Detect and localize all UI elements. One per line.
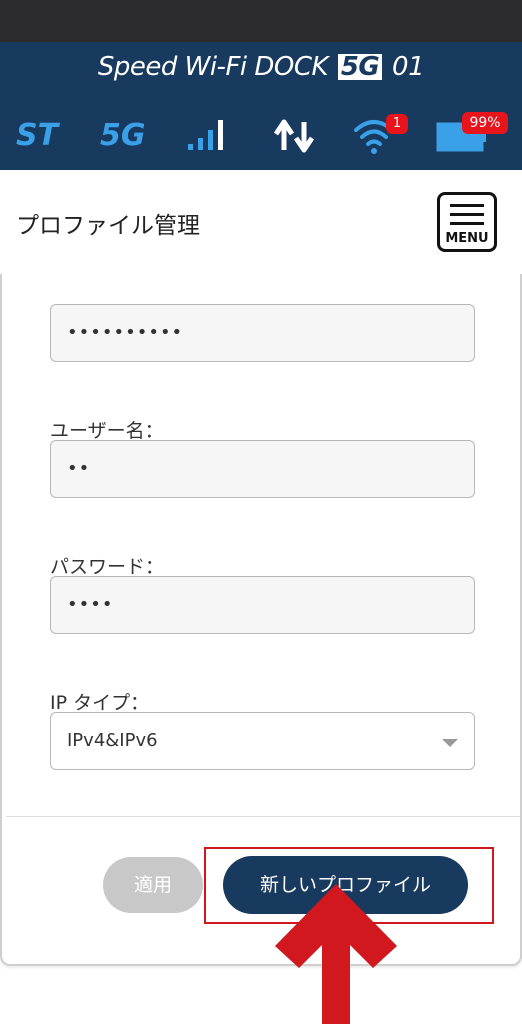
menu-icon-bar-middle — [450, 213, 484, 216]
signal-strength-icon — [186, 114, 232, 158]
battery-percent-badge: 99% — [462, 112, 508, 134]
ip-type-selected-value: IPv4&IPv6 — [67, 730, 158, 751]
page-title-bar: プロファイル管理 MENU — [0, 170, 522, 274]
profile-form-card: •••••••••• ユーザー名： •• パスワード： •••• IP タイプ：… — [0, 206, 522, 966]
form-divider — [6, 816, 520, 817]
page-title: プロファイル管理 — [16, 213, 200, 239]
app-header: Speed Wi-Fi DOCK 5G 01 ST 5G 1 99% — [0, 42, 522, 188]
username-label: ユーザー名： — [50, 420, 164, 442]
profile-page: かしこ暮らし •••••••••• ユーザー名： •• パスワード： •••• … — [0, 170, 522, 1024]
wifi-client-count-badge: 1 — [386, 114, 408, 134]
brand-5g-badge: 5G — [337, 54, 383, 80]
ip-type-select[interactable]: IPv4&IPv6 — [50, 712, 475, 770]
data-transfer-icon — [272, 114, 318, 158]
password-label: パスワード： — [50, 556, 165, 578]
st-mode-icon: ST — [16, 118, 59, 153]
status-icons-row: ST 5G 1 99% — [0, 112, 522, 158]
chevron-down-icon — [442, 739, 458, 747]
battery-icon: 99% — [432, 112, 512, 158]
up-arrow-annotation-icon — [273, 882, 399, 1024]
menu-button[interactable]: MENU — [437, 192, 497, 252]
brand-model-number: 01 — [392, 52, 425, 82]
password-field[interactable]: •••• — [50, 576, 475, 634]
apply-button[interactable]: 適用 — [103, 857, 203, 913]
system-status-bar — [0, 0, 522, 42]
brand-title: Speed Wi-Fi DOCK 5G 01 — [0, 52, 522, 82]
apn-password-field[interactable]: •••••••••• — [50, 304, 475, 362]
brand-name: Speed Wi-Fi DOCK — [97, 52, 329, 82]
menu-icon-bar-top — [450, 204, 484, 207]
menu-label: MENU — [445, 231, 489, 246]
ip-type-label: IP タイプ： — [50, 692, 150, 714]
menu-icon-bar-bottom — [450, 222, 484, 225]
network-5g-icon: 5G — [100, 118, 146, 153]
wifi-icon: 1 — [352, 114, 408, 158]
username-field[interactable]: •• — [50, 440, 475, 498]
